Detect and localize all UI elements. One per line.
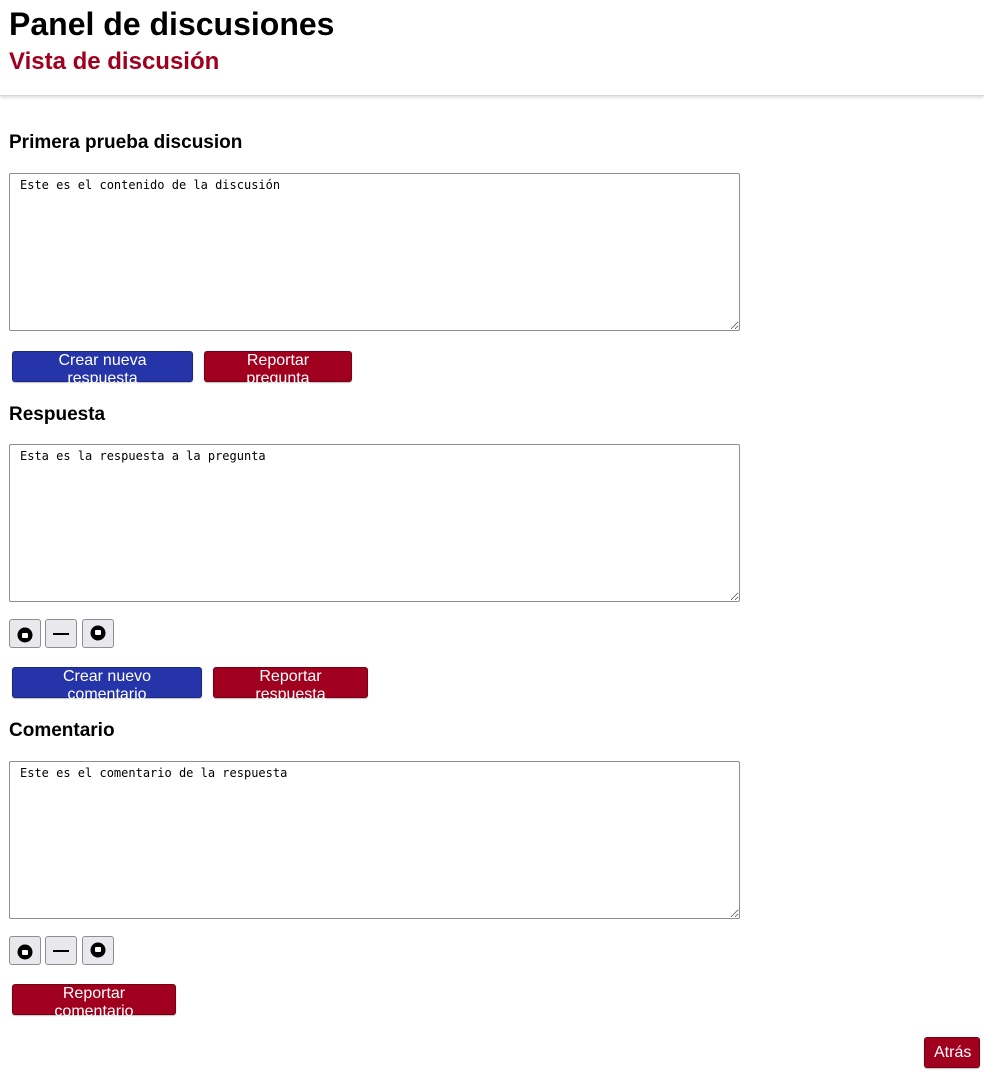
comment-dislike-button[interactable] [82,936,114,965]
answer-dislike-button[interactable] [82,619,114,648]
report-comment-button[interactable]: Reportar comentario [12,984,176,1020]
neutral-dash-icon [53,632,69,635]
comment-like-button[interactable] [9,936,41,965]
back-button[interactable]: Atrás [924,1037,980,1068]
neutral-dash-icon [53,949,69,952]
thumbs-up-icon [17,626,33,642]
question-content-textarea[interactable]: Este es el contenido de la discusión [9,173,740,331]
answer-neutral-button[interactable] [45,619,77,648]
create-answer-button[interactable]: Crear nueva respuesta [12,351,193,387]
comment-title: Comentario [9,720,115,741]
page-subtitle: Vista de discusión [9,48,220,75]
question-title: Primera prueba discusion [9,132,243,153]
thumbs-up-icon [17,943,33,959]
thumbs-down-icon [90,625,106,641]
answer-title: Respuesta [9,404,106,425]
report-answer-button[interactable]: Reportar respuesta [213,667,368,703]
answer-content-textarea[interactable]: Esta es la respuesta a la pregunta [9,444,740,602]
create-comment-button[interactable]: Crear nuevo comentario [12,667,202,703]
comment-neutral-button[interactable] [45,936,77,965]
thumbs-down-icon [90,942,106,958]
comment-content-textarea[interactable]: Este es el comentario de la respuesta [9,761,740,919]
page-title: Panel de discusiones [9,6,335,42]
page-header: Panel de discusiones Vista de discusión [0,0,984,96]
report-question-button[interactable]: Reportar pregunta [204,351,352,387]
answer-like-button[interactable] [9,619,41,648]
